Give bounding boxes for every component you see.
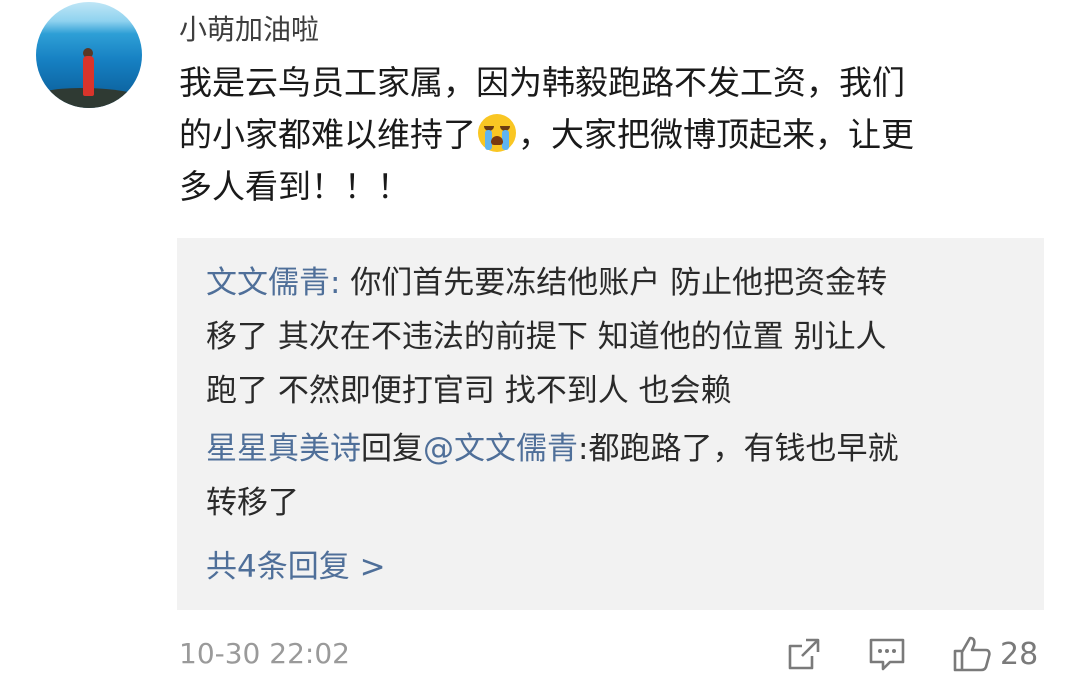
reply-line: 跑了 不然即便打官司 找不到人 也会赖 bbox=[206, 373, 732, 409]
like-count: 28 bbox=[1000, 636, 1039, 672]
avatar-figure-body bbox=[83, 56, 94, 96]
crying-face-emoji-icon bbox=[478, 114, 516, 152]
reply-line: 文文儒青: 你们首先要冻结他账户 防止他把资金转 bbox=[206, 256, 1026, 310]
comment-button[interactable] bbox=[868, 632, 906, 676]
reply-item[interactable]: 星星真美诗回复@文文儒青:都跑路了，有钱也早就 转移了 bbox=[206, 422, 1026, 530]
comment-line: 多人看到！！！ bbox=[179, 167, 410, 206]
share-icon bbox=[788, 638, 820, 670]
reply-line: 转移了 bbox=[206, 485, 299, 521]
comment-username[interactable]: 小萌加油啦 bbox=[179, 8, 319, 48]
reply-separator: : bbox=[330, 265, 351, 301]
comment-icon bbox=[869, 638, 905, 671]
reply-word: 回复 bbox=[361, 431, 423, 467]
reply-item[interactable]: 文文儒青: 你们首先要冻结他账户 防止他把资金转 移了 其次在不违法的前提下 知… bbox=[206, 256, 1026, 418]
comment-line-segment: ，大家把微博顶起来，让更 bbox=[518, 115, 914, 154]
comment-body: 我是云鸟员工家属，因为韩毅跑路不发工资，我们 的小家都难以维持了 ，大家把微博顶起… bbox=[179, 57, 1059, 213]
comment-line: 我是云鸟员工家属，因为韩毅跑路不发工资，我们 bbox=[179, 63, 905, 102]
user-avatar[interactable] bbox=[36, 2, 142, 108]
reply-separator: : bbox=[578, 431, 589, 467]
comment-timestamp: 10-30 22:02 bbox=[179, 637, 350, 670]
reply-text: 都跑路了，有钱也早就 bbox=[588, 431, 899, 467]
replies-panel: 文文儒青: 你们首先要冻结他账户 防止他把资金转 移了 其次在不违法的前提下 知… bbox=[177, 238, 1044, 610]
thumbs-up-icon bbox=[953, 636, 991, 672]
reply-author[interactable]: 星星真美诗 bbox=[206, 431, 361, 467]
comment-line-segment: 的小家都难以维持了 bbox=[179, 115, 476, 154]
like-button[interactable]: 28 bbox=[952, 632, 1038, 676]
view-more-replies-link[interactable]: 共4条回复 > bbox=[206, 541, 386, 586]
reply-mention[interactable]: @文文儒青 bbox=[423, 431, 578, 467]
comment-line: 的小家都难以维持了 ，大家把微博顶起来，让更 bbox=[179, 109, 1059, 161]
reply-line: 星星真美诗回复@文文儒青:都跑路了，有钱也早就 bbox=[206, 422, 1026, 476]
reply-text: 你们首先要冻结他账户 防止他把资金转 bbox=[350, 265, 888, 301]
reply-line: 移了 其次在不违法的前提下 知道他的位置 别让人 bbox=[206, 319, 887, 355]
share-button[interactable] bbox=[786, 632, 822, 676]
reply-author[interactable]: 文文儒青 bbox=[206, 265, 330, 301]
